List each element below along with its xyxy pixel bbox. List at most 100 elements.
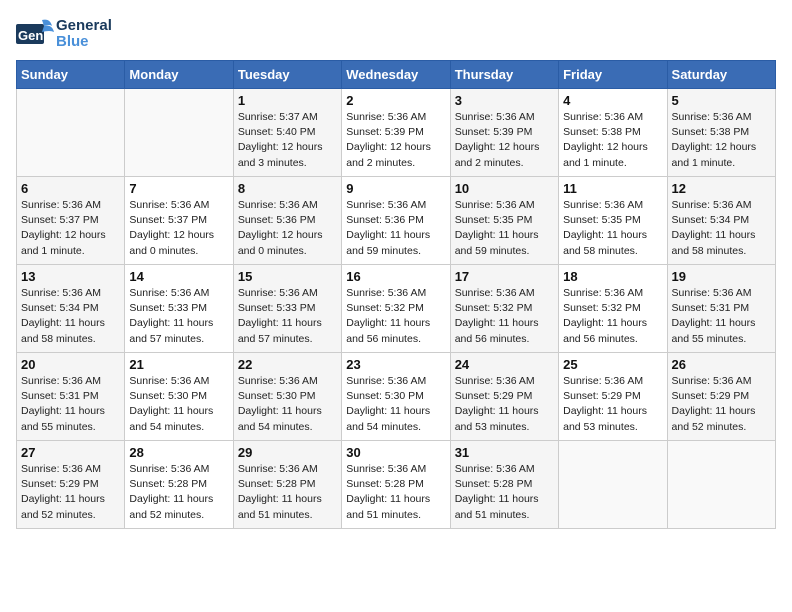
calendar-cell: [125, 89, 233, 177]
calendar-cell: 25 Sunrise: 5:36 AM Sunset: 5:29 PM Dayli…: [559, 353, 667, 441]
day-number: 28: [129, 445, 228, 460]
day-info: Sunrise: 5:36 AM Sunset: 5:33 PM Dayligh…: [129, 286, 228, 347]
calendar-cell: 3 Sunrise: 5:36 AM Sunset: 5:39 PM Daylig…: [450, 89, 558, 177]
day-info: Sunrise: 5:36 AM Sunset: 5:30 PM Dayligh…: [238, 374, 337, 435]
day-info: Sunrise: 5:36 AM Sunset: 5:32 PM Dayligh…: [563, 286, 662, 347]
calendar-cell: 31 Sunrise: 5:36 AM Sunset: 5:28 PM Dayli…: [450, 441, 558, 529]
calendar-week-1: 1 Sunrise: 5:37 AM Sunset: 5:40 PM Daylig…: [17, 89, 776, 177]
calendar-cell: 16 Sunrise: 5:36 AM Sunset: 5:32 PM Dayli…: [342, 265, 450, 353]
day-number: 1: [238, 93, 337, 108]
svg-text:Gen: Gen: [18, 28, 43, 43]
calendar-cell: 18 Sunrise: 5:36 AM Sunset: 5:32 PM Dayli…: [559, 265, 667, 353]
header-tuesday: Tuesday: [233, 61, 341, 89]
day-info: Sunrise: 5:36 AM Sunset: 5:30 PM Dayligh…: [346, 374, 445, 435]
day-info: Sunrise: 5:36 AM Sunset: 5:28 PM Dayligh…: [455, 462, 554, 523]
day-number: 3: [455, 93, 554, 108]
calendar-cell: 12 Sunrise: 5:36 AM Sunset: 5:34 PM Dayli…: [667, 177, 775, 265]
day-info: Sunrise: 5:36 AM Sunset: 5:37 PM Dayligh…: [21, 198, 120, 259]
day-info: Sunrise: 5:36 AM Sunset: 5:37 PM Dayligh…: [129, 198, 228, 259]
day-number: 20: [21, 357, 120, 372]
day-number: 23: [346, 357, 445, 372]
day-number: 31: [455, 445, 554, 460]
day-info: Sunrise: 5:36 AM Sunset: 5:28 PM Dayligh…: [129, 462, 228, 523]
day-number: 5: [672, 93, 771, 108]
calendar-cell: 13 Sunrise: 5:36 AM Sunset: 5:34 PM Dayli…: [17, 265, 125, 353]
day-number: 24: [455, 357, 554, 372]
day-number: 29: [238, 445, 337, 460]
day-info: Sunrise: 5:36 AM Sunset: 5:29 PM Dayligh…: [455, 374, 554, 435]
day-number: 14: [129, 269, 228, 284]
day-number: 30: [346, 445, 445, 460]
day-number: 25: [563, 357, 662, 372]
day-number: 6: [21, 181, 120, 196]
header-saturday: Saturday: [667, 61, 775, 89]
day-number: 4: [563, 93, 662, 108]
day-info: Sunrise: 5:36 AM Sunset: 5:34 PM Dayligh…: [21, 286, 120, 347]
day-info: Sunrise: 5:36 AM Sunset: 5:29 PM Dayligh…: [563, 374, 662, 435]
day-number: 17: [455, 269, 554, 284]
calendar-cell: 9 Sunrise: 5:36 AM Sunset: 5:36 PM Daylig…: [342, 177, 450, 265]
day-info: Sunrise: 5:37 AM Sunset: 5:40 PM Dayligh…: [238, 110, 337, 171]
calendar-cell: 6 Sunrise: 5:36 AM Sunset: 5:37 PM Daylig…: [17, 177, 125, 265]
page-header: Gen General Blue: [16, 16, 776, 52]
header-sunday: Sunday: [17, 61, 125, 89]
day-number: 21: [129, 357, 228, 372]
calendar-week-5: 27Sunrise: 5:36 AM Sunset: 5:29 PM Dayli…: [17, 441, 776, 529]
day-info: Sunrise: 5:36 AM Sunset: 5:35 PM Dayligh…: [563, 198, 662, 259]
calendar-cell: 8 Sunrise: 5:36 AM Sunset: 5:36 PM Daylig…: [233, 177, 341, 265]
calendar-cell: [17, 89, 125, 177]
calendar-header-row: SundayMondayTuesdayWednesdayThursdayFrid…: [17, 61, 776, 89]
day-info: Sunrise: 5:36 AM Sunset: 5:36 PM Dayligh…: [346, 198, 445, 259]
calendar-cell: [559, 441, 667, 529]
day-number: 26: [672, 357, 771, 372]
day-number: 22: [238, 357, 337, 372]
day-info: Sunrise: 5:36 AM Sunset: 5:32 PM Dayligh…: [455, 286, 554, 347]
logo-text-general: General: [56, 18, 112, 35]
day-info: Sunrise: 5:36 AM Sunset: 5:31 PM Dayligh…: [672, 286, 771, 347]
day-number: 9: [346, 181, 445, 196]
calendar-cell: 21Sunrise: 5:36 AM Sunset: 5:30 PM Dayli…: [125, 353, 233, 441]
day-info: Sunrise: 5:36 AM Sunset: 5:29 PM Dayligh…: [672, 374, 771, 435]
calendar-cell: 1 Sunrise: 5:37 AM Sunset: 5:40 PM Daylig…: [233, 89, 341, 177]
calendar-week-3: 13 Sunrise: 5:36 AM Sunset: 5:34 PM Dayli…: [17, 265, 776, 353]
day-number: 27: [21, 445, 120, 460]
calendar-cell: 15 Sunrise: 5:36 AM Sunset: 5:33 PM Dayli…: [233, 265, 341, 353]
calendar-cell: 5 Sunrise: 5:36 AM Sunset: 5:38 PM Daylig…: [667, 89, 775, 177]
day-info: Sunrise: 5:36 AM Sunset: 5:28 PM Dayligh…: [346, 462, 445, 523]
calendar-cell: 14 Sunrise: 5:36 AM Sunset: 5:33 PM Dayli…: [125, 265, 233, 353]
day-number: 2: [346, 93, 445, 108]
calendar-cell: 20 Sunrise: 5:36 AM Sunset: 5:31 PM Dayli…: [17, 353, 125, 441]
day-number: 10: [455, 181, 554, 196]
day-number: 7: [129, 181, 228, 196]
day-number: 13: [21, 269, 120, 284]
day-info: Sunrise: 5:36 AM Sunset: 5:32 PM Dayligh…: [346, 286, 445, 347]
day-info: Sunrise: 5:36 AM Sunset: 5:39 PM Dayligh…: [346, 110, 445, 171]
calendar-cell: 11Sunrise: 5:36 AM Sunset: 5:35 PM Dayli…: [559, 177, 667, 265]
calendar-cell: [667, 441, 775, 529]
day-number: 12: [672, 181, 771, 196]
logo: Gen General Blue: [16, 16, 112, 52]
day-info: Sunrise: 5:36 AM Sunset: 5:31 PM Dayligh…: [21, 374, 120, 435]
calendar-cell: 27Sunrise: 5:36 AM Sunset: 5:29 PM Dayli…: [17, 441, 125, 529]
day-info: Sunrise: 5:36 AM Sunset: 5:38 PM Dayligh…: [672, 110, 771, 171]
calendar-week-4: 20 Sunrise: 5:36 AM Sunset: 5:31 PM Dayli…: [17, 353, 776, 441]
calendar-cell: 4 Sunrise: 5:36 AM Sunset: 5:38 PM Daylig…: [559, 89, 667, 177]
day-info: Sunrise: 5:36 AM Sunset: 5:33 PM Dayligh…: [238, 286, 337, 347]
day-info: Sunrise: 5:36 AM Sunset: 5:34 PM Dayligh…: [672, 198, 771, 259]
day-info: Sunrise: 5:36 AM Sunset: 5:38 PM Dayligh…: [563, 110, 662, 171]
day-number: 16: [346, 269, 445, 284]
calendar-cell: 19Sunrise: 5:36 AM Sunset: 5:31 PM Dayli…: [667, 265, 775, 353]
day-info: Sunrise: 5:36 AM Sunset: 5:39 PM Dayligh…: [455, 110, 554, 171]
day-number: 18: [563, 269, 662, 284]
calendar-cell: 10Sunrise: 5:36 AM Sunset: 5:35 PM Dayli…: [450, 177, 558, 265]
day-info: Sunrise: 5:36 AM Sunset: 5:36 PM Dayligh…: [238, 198, 337, 259]
day-number: 15: [238, 269, 337, 284]
calendar-cell: 28 Sunrise: 5:36 AM Sunset: 5:28 PM Dayli…: [125, 441, 233, 529]
logo-text-blue: Blue: [56, 34, 112, 51]
header-friday: Friday: [559, 61, 667, 89]
header-monday: Monday: [125, 61, 233, 89]
calendar-cell: 24 Sunrise: 5:36 AM Sunset: 5:29 PM Dayli…: [450, 353, 558, 441]
day-number: 8: [238, 181, 337, 196]
calendar-week-2: 6 Sunrise: 5:36 AM Sunset: 5:37 PM Daylig…: [17, 177, 776, 265]
calendar-cell: 23 Sunrise: 5:36 AM Sunset: 5:30 PM Dayli…: [342, 353, 450, 441]
